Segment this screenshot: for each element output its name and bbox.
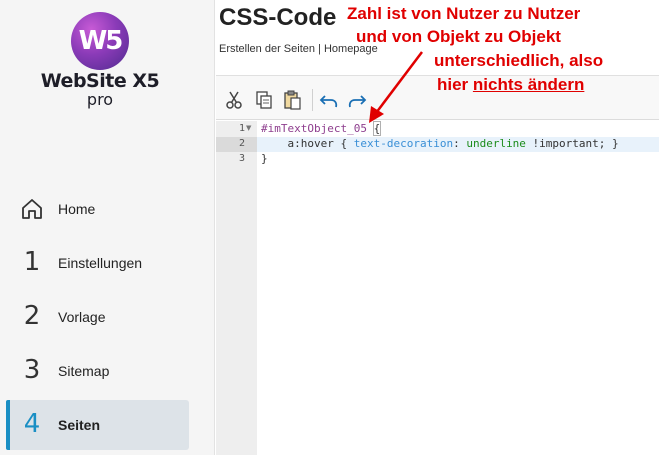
home-icon [22, 199, 42, 219]
logo-edition: pro [86, 90, 114, 109]
logo-mark: W5 [78, 26, 124, 56]
undo-icon[interactable] [319, 90, 339, 110]
annotation-line-4: hier nichts ändern [437, 75, 584, 95]
sidebar: W5 WebSite X5 pro Home 1 Einstellungen 2… [0, 0, 215, 455]
sidebar-item-label: Einstellungen [58, 255, 143, 271]
line-number: 1 [238, 123, 245, 134]
step-number: 3 [23, 355, 41, 385]
css-selector: #imTextObject_05 [261, 122, 367, 135]
sidebar-item-einstellungen[interactable]: 1 Einstellungen [6, 238, 189, 288]
cut-icon[interactable] [224, 90, 244, 110]
sidebar-item-label: Sitemap [58, 363, 110, 379]
paste-icon[interactable] [282, 90, 302, 110]
copy-icon[interactable] [254, 90, 274, 110]
css-property: text-decoration [353, 137, 454, 150]
sidebar-item-vorlage[interactable]: 2 Vorlage [6, 292, 189, 342]
breadcrumb: Erstellen der Seiten | Homepage [219, 43, 378, 55]
annotation-line-2: und von Objekt zu Objekt [356, 27, 561, 46]
toolbar-separator [312, 89, 313, 111]
redo-icon[interactable] [347, 90, 367, 110]
important-rest: !important; } [525, 137, 619, 150]
sidebar-item-seiten[interactable]: 4 Seiten [6, 400, 189, 450]
code-line-3[interactable]: } [261, 152, 268, 165]
open-brace: { [372, 121, 382, 136]
sidebar-item-sitemap[interactable]: 3 Sitemap [6, 346, 189, 396]
sidebar-item-label: Home [58, 201, 96, 217]
step-number: 2 [23, 301, 41, 331]
sidebar-item-label: Vorlage [58, 309, 106, 325]
sidebar-item-label: Seiten [58, 417, 101, 433]
annotation-line-3: unterschiedlich, also [434, 51, 604, 70]
line-number: 3 [238, 153, 245, 164]
annotation-prefix: hier [437, 75, 473, 94]
annotation-line-1: Zahl ist von Nutzer zu Nutzer [347, 4, 581, 23]
code-line-1[interactable]: #imTextObject_05 { [261, 121, 382, 136]
app-logo: W5 [71, 12, 129, 70]
sidebar-item-home[interactable]: Home [6, 184, 189, 234]
step-number: 1 [23, 247, 41, 277]
logo-name: WebSite X5 [40, 70, 160, 92]
fold-arrow-icon[interactable]: ▼ [246, 124, 251, 132]
step-number: 4 [23, 409, 41, 439]
open-brace: { [333, 137, 354, 150]
page-title: CSS-Code [219, 4, 337, 31]
code-line-2[interactable]: a:hover { text-decoration: underline !im… [261, 137, 619, 150]
editor-gutter [216, 121, 257, 455]
close-brace: } [261, 152, 268, 165]
annotation-emphasis: nichts ändern [472, 75, 585, 94]
colon: : [453, 137, 467, 150]
css-element: a:hover [287, 137, 334, 150]
css-value: underline [466, 137, 526, 150]
line-number: 2 [238, 138, 245, 149]
